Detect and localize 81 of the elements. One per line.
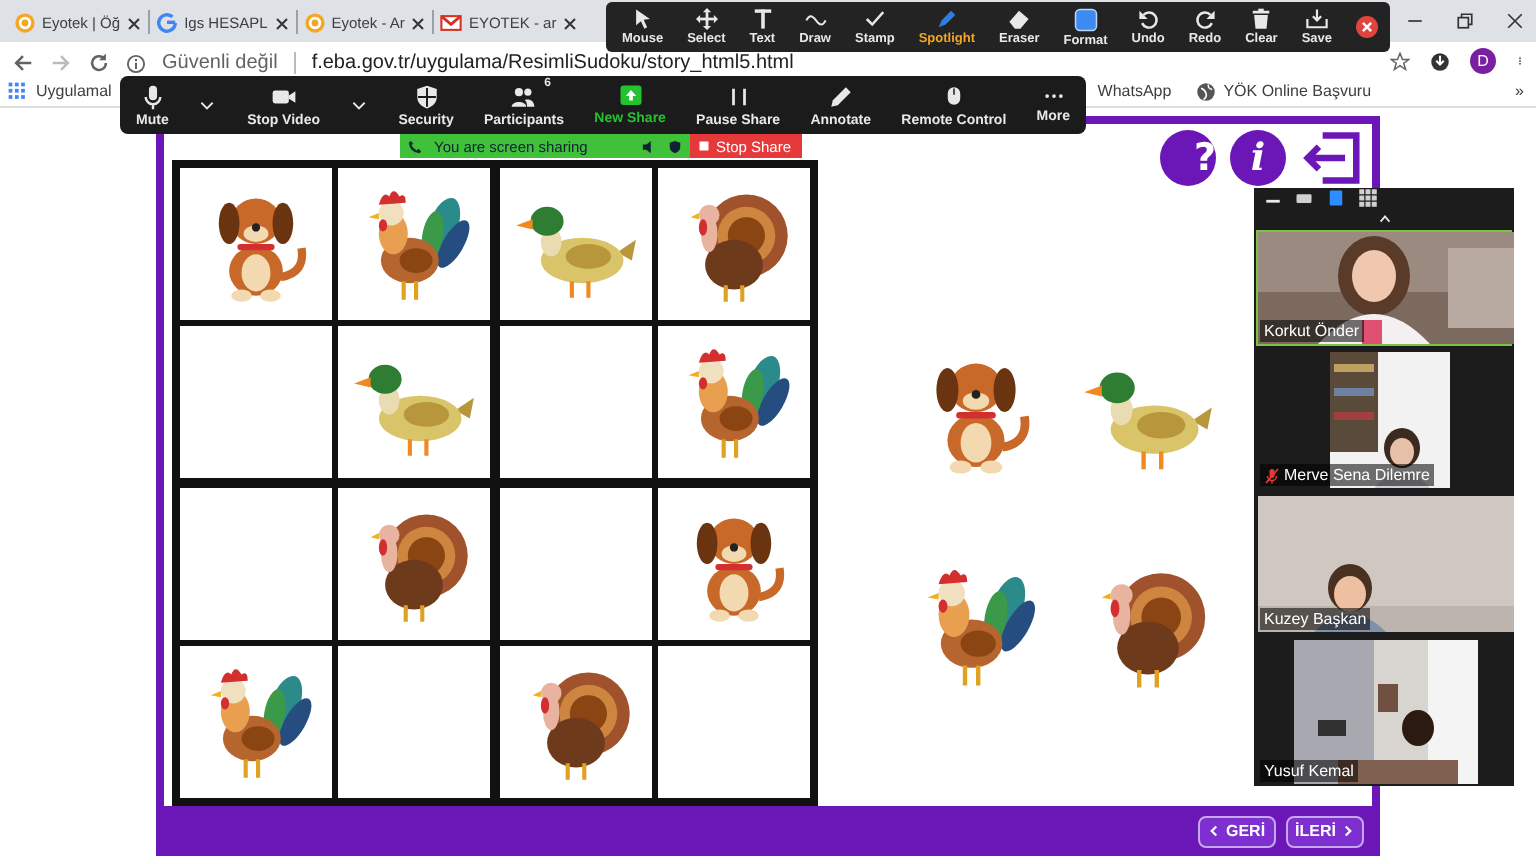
- star-icon: [1390, 51, 1410, 71]
- close-icon: [1506, 12, 1524, 30]
- sudoku-cell[interactable]: [338, 488, 490, 640]
- more-bookmarks[interactable]: »: [1515, 82, 1524, 100]
- thumbnail-view-icon: [1294, 188, 1314, 208]
- sudoku-cell[interactable]: [180, 326, 332, 478]
- redo-icon: [1193, 8, 1216, 30]
- close-icon: [562, 15, 579, 31]
- chevron-left-icon: [1207, 824, 1220, 838]
- trash-icon: [1250, 8, 1273, 30]
- info-icon: [126, 54, 146, 74]
- undo-icon: [1137, 8, 1160, 30]
- restore-icon: [1456, 12, 1474, 30]
- back-button[interactable]: GERİ: [1197, 815, 1276, 847]
- sudoku-cell[interactable]: [500, 326, 652, 478]
- close-icon[interactable]: [1356, 16, 1378, 38]
- sudoku-cell[interactable]: [338, 326, 490, 478]
- pause-icon: [727, 83, 750, 109]
- circle-logo-icon: [156, 12, 179, 34]
- reload-icon: [88, 52, 110, 74]
- exit-icon[interactable]: [1300, 130, 1364, 186]
- forward-icon: [50, 52, 72, 74]
- envelope-icon: [440, 12, 463, 34]
- pencil-icon: [827, 83, 854, 109]
- participant-name: Kuzey Başkan: [1264, 608, 1367, 630]
- text-icon: [751, 8, 774, 30]
- next-button[interactable]: İLERİ: [1285, 815, 1364, 847]
- check-icon: [863, 8, 886, 30]
- profile-avatar[interactable]: D: [1470, 48, 1496, 74]
- shield-icon: [668, 139, 682, 153]
- close-icon: [126, 15, 143, 31]
- stop-icon: [698, 140, 710, 152]
- sudoku-cell[interactable]: [500, 168, 652, 320]
- move-icon: [695, 8, 718, 30]
- url-text[interactable]: f.eba.gov.tr/uygulama/ResimliSudoku/story_html5.html: [311, 52, 794, 74]
- sudoku-cell[interactable]: [658, 326, 810, 478]
- mouse-icon: [943, 82, 964, 110]
- sudoku-cell[interactable]: [180, 488, 332, 640]
- bookmark[interactable]: WhatsApp: [1097, 82, 1172, 100]
- thumbnail-view-button[interactable]: [1294, 188, 1314, 208]
- info-button[interactable]: i: [1230, 130, 1286, 186]
- sudoku-cell[interactable]: [658, 168, 810, 320]
- eraser-icon: [1008, 8, 1031, 30]
- sudoku-cell[interactable]: [180, 168, 332, 320]
- ring-icon: [14, 12, 36, 34]
- participant-name: Yusuf Kemal: [1264, 760, 1354, 782]
- gallery-view-button[interactable]: [1358, 188, 1378, 208]
- sudoku-cell[interactable]: [500, 488, 652, 640]
- pointer-icon: [631, 8, 654, 30]
- mic-icon: [139, 83, 166, 109]
- phone-icon: [408, 139, 422, 153]
- square-icon: [1073, 7, 1098, 31]
- help-button[interactable]: ?: [1160, 130, 1216, 186]
- speaker-icon: [642, 139, 656, 153]
- speaker-view-icon: [1326, 188, 1346, 208]
- tray-icon: [1305, 8, 1328, 30]
- participant-name: Korkut Önder: [1264, 320, 1360, 342]
- participant-name: Merve Sena Dilemre: [1284, 464, 1430, 486]
- apps-icon: [8, 81, 28, 101]
- gallery-view-icon: [1358, 188, 1378, 208]
- chevron-right-icon: [1342, 824, 1354, 838]
- globe-icon: [1195, 81, 1216, 101]
- close-icon: [273, 15, 290, 31]
- ring-icon: [303, 12, 326, 34]
- sudoku-cell[interactable]: [338, 168, 490, 320]
- close-icon: [410, 15, 427, 31]
- shield-icon: [413, 83, 440, 109]
- sudoku-cell[interactable]: [180, 646, 332, 798]
- security-label: Güvenli değil: [162, 52, 278, 74]
- speaker-view-button[interactable]: [1326, 188, 1346, 208]
- pen-icon: [935, 8, 958, 30]
- sudoku-cell[interactable]: [338, 646, 490, 798]
- download-icon: [1430, 51, 1450, 71]
- sudoku-cell[interactable]: [658, 488, 810, 640]
- people-icon: [508, 83, 539, 109]
- caret-up-icon[interactable]: [1375, 212, 1393, 226]
- sudoku-cell[interactable]: [500, 646, 652, 798]
- bookmark[interactable]: YÖK Online Başvuru: [1195, 81, 1372, 101]
- back-icon: [12, 52, 34, 74]
- bookmark[interactable]: Uygulamal: [8, 81, 112, 101]
- sudoku-cell[interactable]: [658, 646, 810, 798]
